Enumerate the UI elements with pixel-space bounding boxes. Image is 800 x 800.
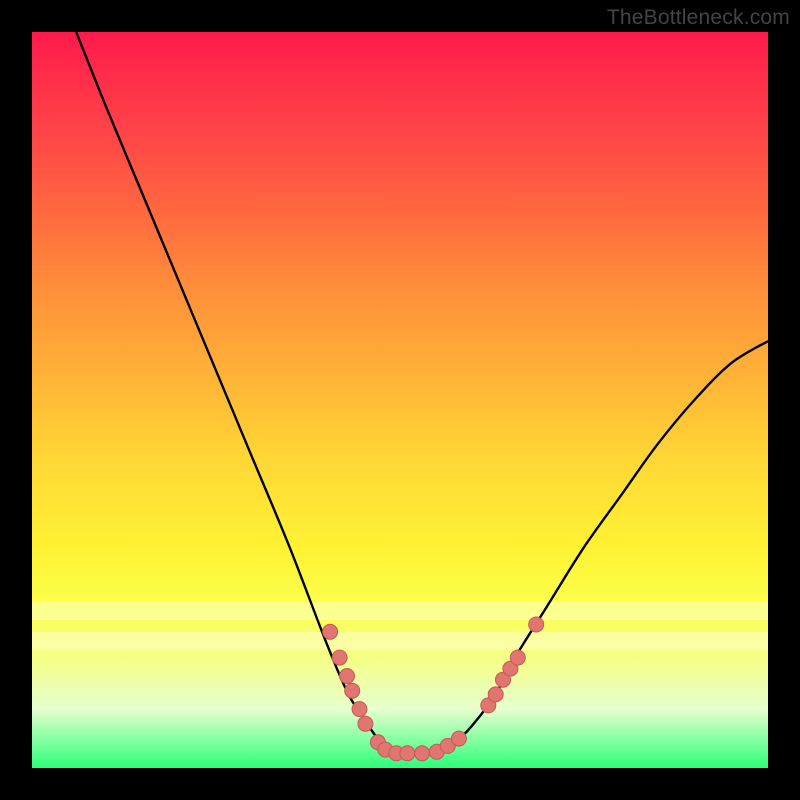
marker-dot [340,669,355,684]
watermark-label: TheBottleneck.com [607,6,790,30]
marker-dot [345,683,360,698]
marker-dot [400,746,415,761]
chart-svg [32,32,768,768]
marker-dot [529,617,544,632]
marker-dot [352,702,367,717]
chart-frame: TheBottleneck.com [0,0,800,800]
marker-dot [332,650,347,665]
marker-dot [451,731,466,746]
marker-dot [358,716,373,731]
curve-path [76,32,768,754]
marker-dot [323,624,338,639]
marker-dot [510,650,525,665]
marker-dot [488,687,503,702]
marker-dot [415,746,430,761]
marker-group [323,617,544,761]
plot-area [32,32,768,768]
